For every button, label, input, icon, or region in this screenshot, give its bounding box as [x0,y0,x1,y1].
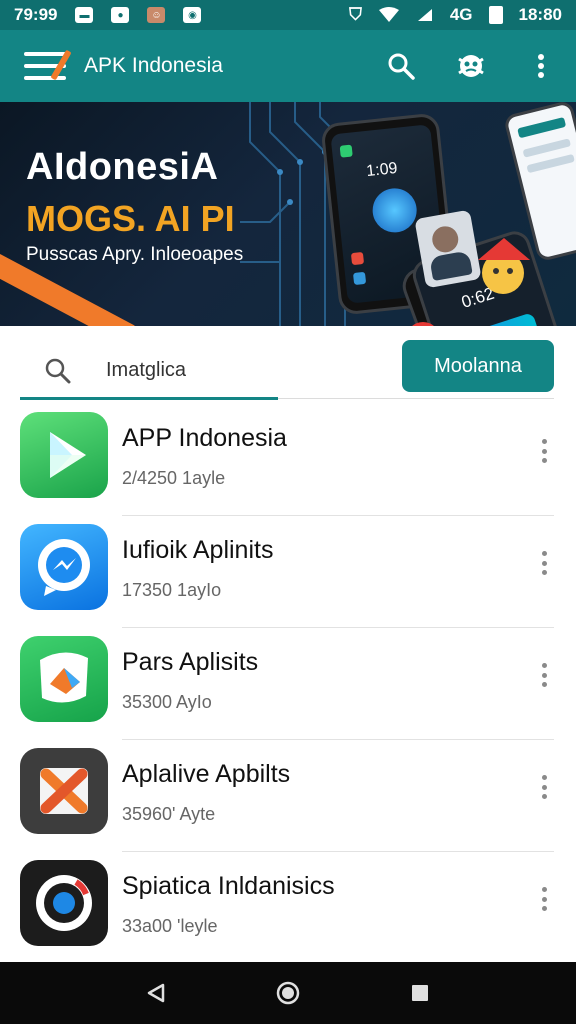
vpn-shield-icon: ⛉ [349,5,362,24]
app-name: Pars Aplisits [122,648,259,676]
battery-saver-icon [417,9,432,21]
phone-app-icon [352,271,367,286]
search-button[interactable]: Moolanna [402,340,554,392]
messenger-icon [20,524,108,610]
more-vert-icon[interactable] [534,884,554,914]
list-item[interactable]: APP Indonesia 2/4250 1ayle [0,404,576,516]
search-row: Moolanna [0,326,576,404]
app-list: APP Indonesia 2/4250 1ayle Iufioik Aplin… [0,404,576,964]
list-item[interactable]: Aplalive Apbilts 35960' Ayte [0,740,576,852]
app-name: Spiatica Inldanisics [122,872,335,900]
banner-tagline: Pusscas Apry. Inloeoapes [26,244,244,265]
banner-photo-card [414,209,482,289]
search-input[interactable] [106,359,266,382]
notification-avatar-icon: ☺ [147,7,166,23]
app-bar: APK Indonesia [0,30,576,102]
battery-icon [488,6,503,24]
phone-widget [456,312,542,326]
x-tools-icon [20,748,108,834]
phone-app-icon [339,144,353,158]
list-item[interactable]: Pars Aplisits 35300 AyIo [0,628,576,740]
list-item[interactable]: Iufioik Aplinits 17350 1ayIo [0,516,576,628]
list-item[interactable]: Spiatica Inldanisics 33a00 'leyle [0,852,576,964]
phone-orb [370,186,419,235]
notification-camera-icon: ◉ [183,7,202,23]
mascot-icon [474,238,532,296]
search-box[interactable] [20,344,278,400]
app-meta: 35960' Ayte [122,804,216,824]
recents-icon[interactable] [400,973,440,1013]
more-vert-icon[interactable] [534,436,554,466]
app-meta: 2/4250 1ayle [122,468,226,488]
phone-clock-1: 1:09 [365,159,399,181]
search-icon [40,353,76,389]
more-vert-icon[interactable] [534,548,554,578]
app-meta: 35300 AyIo [122,692,212,712]
notification-record-icon: ● [111,7,130,23]
wifi-icon [378,7,399,22]
banner-subheadline: MOGS. AI PI [26,198,235,239]
notification-minus-icon: ▬ [75,7,94,23]
promo-banner[interactable]: AIdonesiA MOGS. AI PI Pusscas Apry. Inlo… [0,102,576,326]
banner-headline: AIdonesiA [26,146,219,188]
search-icon[interactable] [386,51,416,81]
camera-lens-icon [20,860,108,946]
more-vert-icon[interactable] [534,660,554,690]
app-name: APP Indonesia [122,424,287,452]
maps-chat-icon [20,636,108,722]
phone-app-icon [350,251,365,266]
app-meta: 17350 1ayIo [122,580,222,600]
home-icon[interactable] [268,973,308,1013]
status-time-right: 18:80 [518,5,562,24]
network-type-label: 4G [449,5,473,24]
app-title: APK Indonesia [84,54,223,77]
status-bar: 79:99 ▬ ● ☺ ◉ ⛉ 4G 18:80 [0,0,576,30]
status-time-left: 79:99 [14,5,58,24]
app-name: Aplalive Apbilts [122,760,291,788]
app-meta: 33a00 'leyle [122,916,218,936]
more-vert-icon[interactable] [526,51,556,81]
bug-icon[interactable] [456,51,486,81]
app-name: Iufioik Aplinits [122,536,274,564]
back-icon[interactable] [136,973,176,1013]
play-store-icon [20,412,108,498]
system-nav-bar [0,962,576,1024]
divider [278,398,554,399]
menu-icon[interactable] [24,49,66,83]
more-vert-icon[interactable] [534,772,554,802]
